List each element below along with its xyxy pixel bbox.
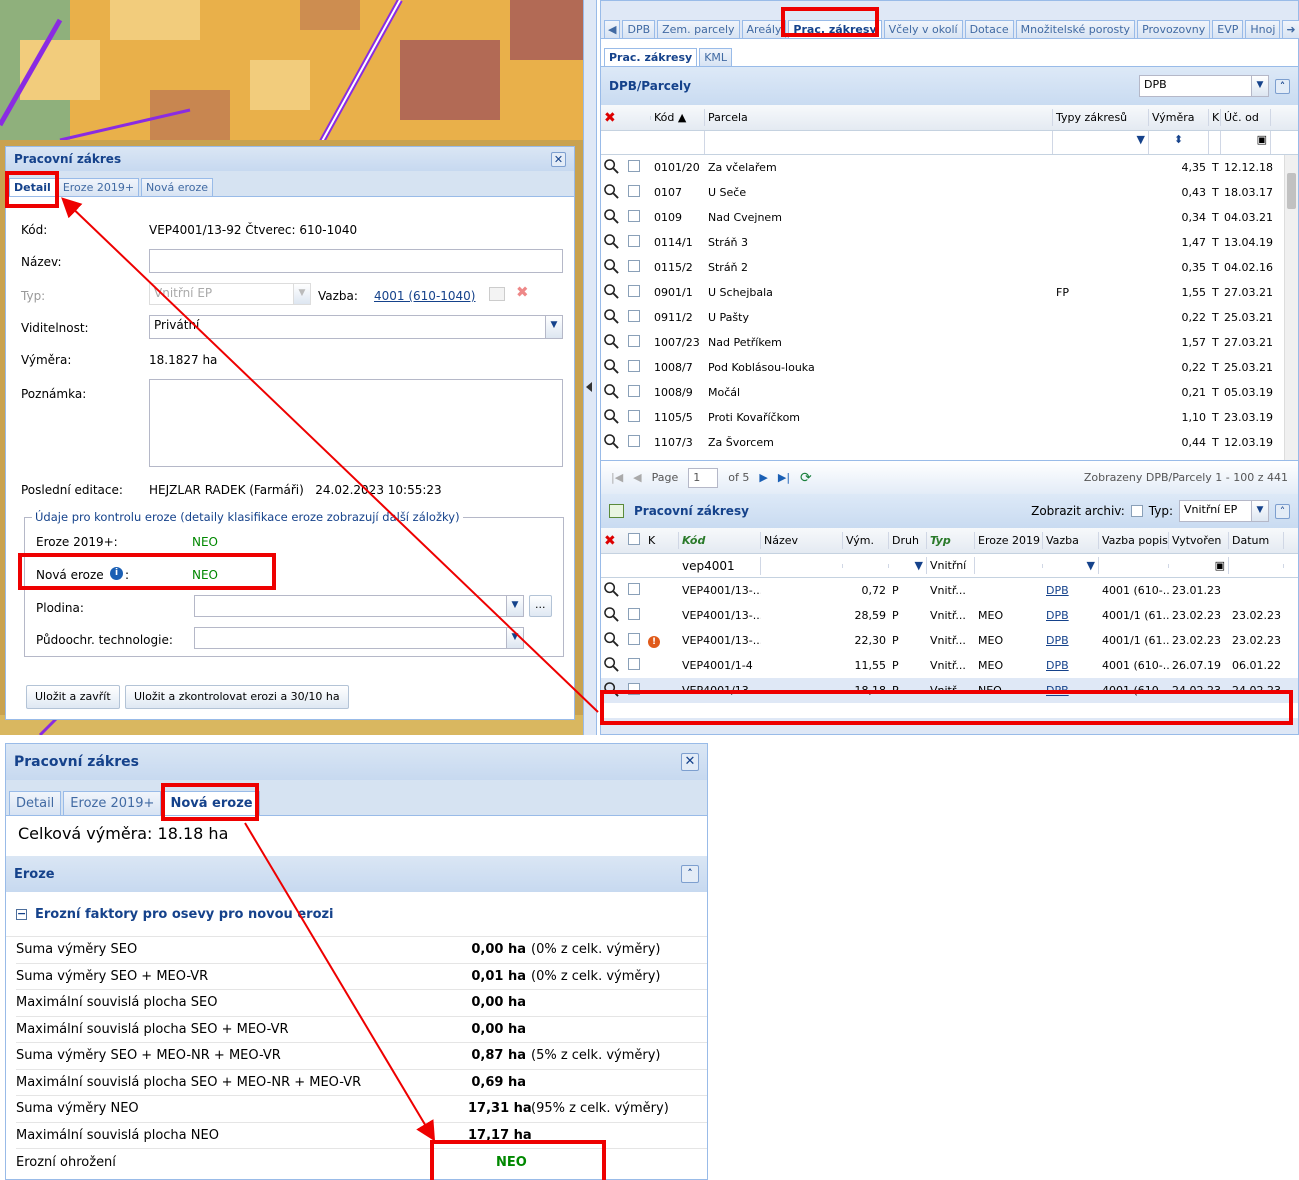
annotation-arrows <box>61 197 599 1142</box>
arrow-to-ohrozeni <box>244 822 436 1142</box>
arrow-to-detail <box>61 197 599 713</box>
